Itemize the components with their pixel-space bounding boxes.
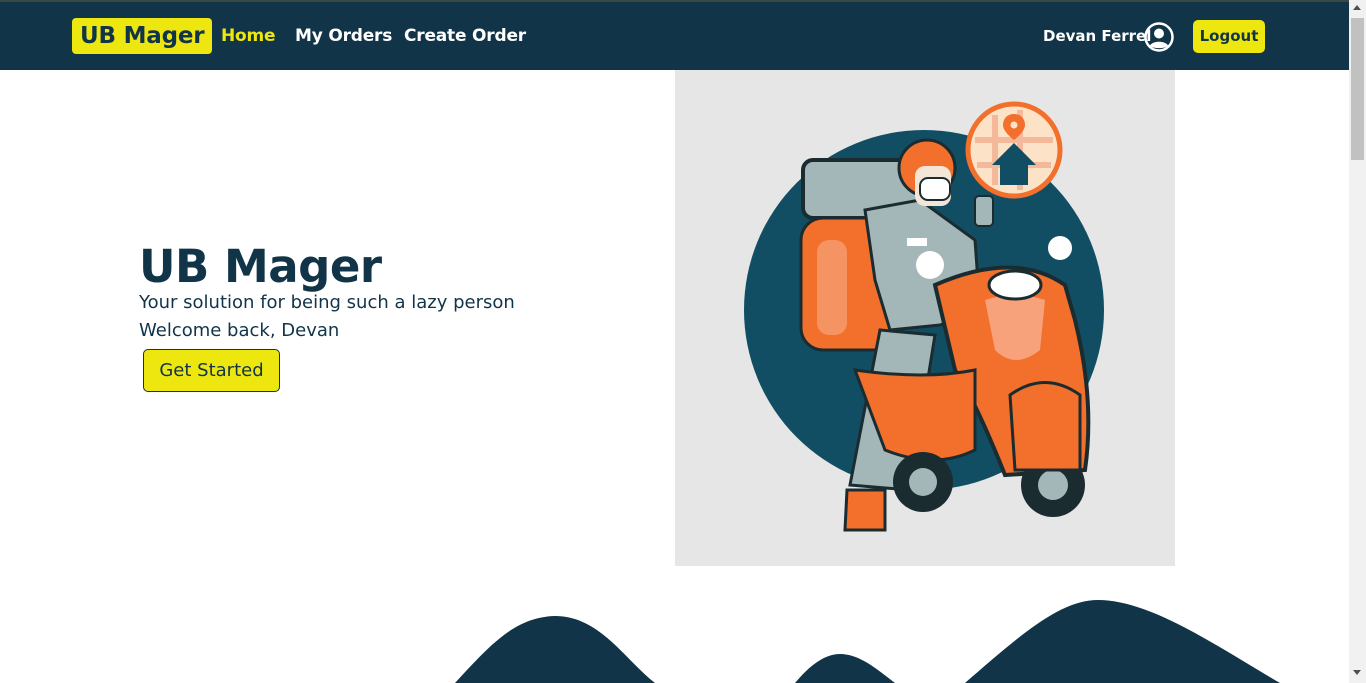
- hero-illustration: [675, 70, 1175, 566]
- get-started-button[interactable]: Get Started: [143, 349, 280, 392]
- user-name[interactable]: Devan Ferrel: [1043, 27, 1151, 45]
- navbar: UB Mager Home My Orders Create Order Dev…: [0, 2, 1349, 70]
- welcome-message: Welcome back, Devan: [139, 320, 340, 341]
- brand-logo[interactable]: UB Mager: [72, 18, 213, 54]
- right-mirror: [1048, 236, 1072, 260]
- face-mask: [919, 177, 951, 201]
- hero-subtitle: Your solution for being such a lazy pers…: [139, 292, 515, 313]
- scroll-up-arrow-icon[interactable]: [1353, 5, 1361, 10]
- logout-button[interactable]: Logout: [1193, 20, 1265, 53]
- scroll-down-arrow-icon[interactable]: [1353, 670, 1361, 675]
- user-circle-icon[interactable]: [1143, 21, 1175, 53]
- footer-waves: [455, 600, 1280, 683]
- nav-link-create-order[interactable]: Create Order: [404, 26, 526, 46]
- page: UB Mager Home My Orders Create Order Dev…: [0, 0, 1349, 683]
- rider-shoe: [843, 488, 887, 532]
- scooter-headlight: [987, 269, 1043, 301]
- scrollbar-thumb[interactable]: [1351, 18, 1364, 160]
- nav-link-home[interactable]: Home: [221, 26, 276, 46]
- left-mirror: [916, 251, 944, 279]
- front-fender: [1008, 381, 1082, 472]
- hero-title: UB Mager: [139, 240, 382, 293]
- phone: [974, 195, 994, 227]
- delivery-rider-illustration: [744, 101, 1104, 532]
- nav-link-my-orders[interactable]: My Orders: [295, 26, 392, 46]
- window-top-border: [0, 0, 1366, 2]
